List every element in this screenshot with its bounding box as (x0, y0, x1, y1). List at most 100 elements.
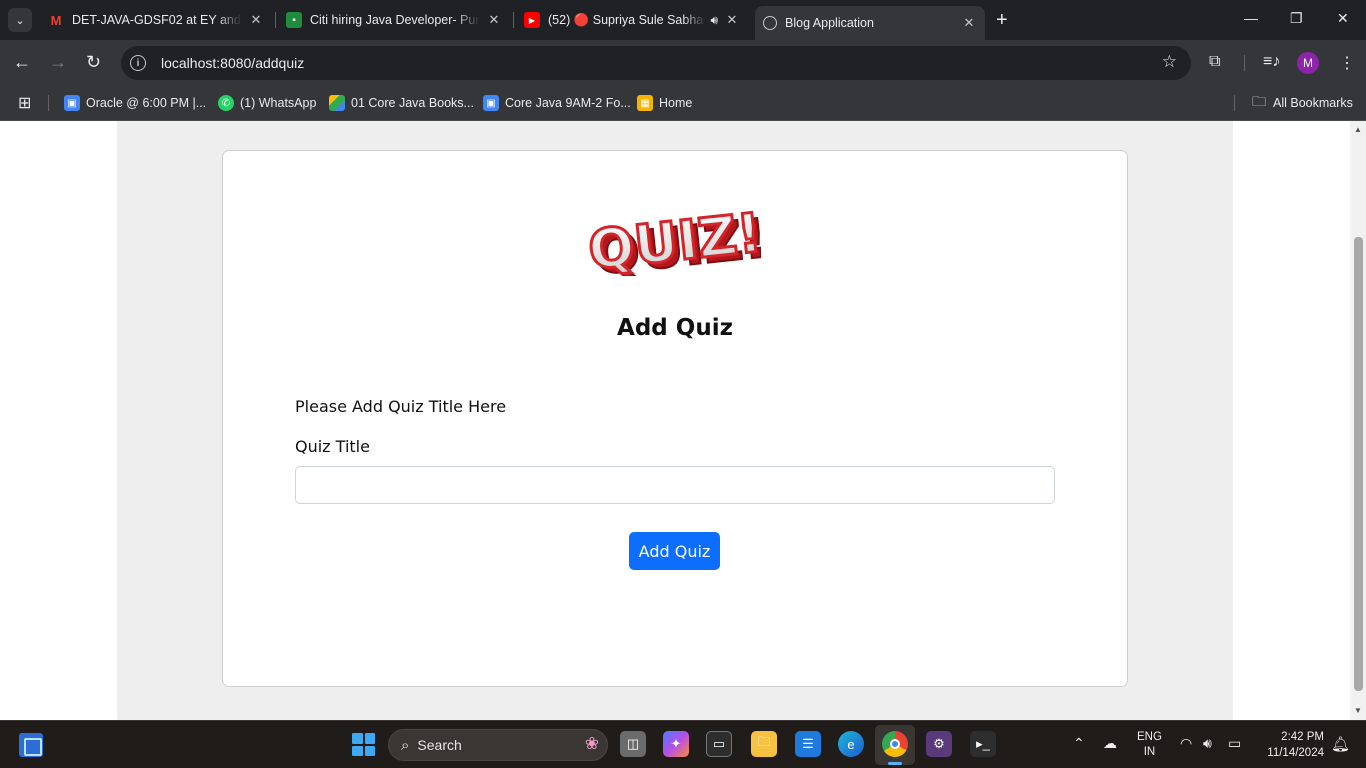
clock-time: 2:42 PM (1281, 731, 1324, 743)
close-tab-icon[interactable]: ✕ (486, 12, 502, 28)
bookmark-core-java-books[interactable]: 01 Core Java Books... (329, 92, 474, 114)
copilot-icon[interactable]: ✦ (663, 731, 689, 757)
bookmark-oracle[interactable]: ▣ Oracle @ 6:00 PM |... (64, 92, 206, 114)
bookmark-separator (48, 95, 49, 111)
tab-gmail[interactable]: M DET-JAVA-GDSF02 at EY and 9 ne ✕ (40, 6, 272, 34)
new-tab-icon[interactable]: + (996, 10, 1008, 30)
bookmark-label: Oracle @ 6:00 PM |... (86, 96, 207, 110)
url-path: :8080/addquiz (216, 55, 305, 71)
page-viewport: QUIZ! QUIZ! Add Quiz Please Add Quiz Tit… (0, 121, 1350, 720)
tab-youtube[interactable]: ▶ (52) 🔴 Supriya Sule Sabha 🔊︎ ✕ (516, 6, 748, 34)
bookmark-label: Core Java 9AM-2 Fo... (505, 96, 631, 110)
tab-title: Blog Application (785, 16, 874, 30)
close-tab-icon[interactable]: ✕ (961, 15, 977, 31)
tab-separator (275, 12, 276, 28)
edge-icon[interactable]: e (838, 731, 864, 757)
globe-icon (763, 16, 777, 30)
notepad-icon[interactable]: ☰ (795, 731, 821, 757)
windows-taskbar: ⌕ Search ❀ ◫ ✦ ▭ 🗀︎ ☰ e ⚙ ▸_ ⌃ ☁ ENG IN … (0, 720, 1366, 768)
tab-title: DET-JAVA-GDSF02 at EY and 9 ne (72, 13, 242, 27)
folder-icon: 🗀︎ (1252, 93, 1266, 109)
back-icon[interactable]: ← (13, 52, 31, 72)
file-explorer-icon[interactable]: 🗀︎ (751, 731, 777, 757)
bookmark-whatsapp[interactable]: ✆ (1) WhatsApp (218, 92, 316, 114)
widgets-icon[interactable] (19, 733, 43, 757)
language-code: ENG (1137, 731, 1162, 743)
site-info-icon[interactable]: i (130, 55, 146, 71)
all-bookmarks[interactable]: 🗀︎ All Bookmarks (1252, 92, 1353, 114)
bookmark-core-java-9am[interactable]: ▣ Core Java 9AM-2 Fo... (483, 92, 631, 114)
show-hidden-icons-icon[interactable]: ⌃ (1073, 735, 1085, 752)
browser-tab-bar: ⌄ M DET-JAVA-GDSF02 at EY and 9 ne ✕ ▪ C… (0, 0, 1366, 40)
tab-citi[interactable]: ▪ Citi hiring Java Developer- Pune ✕ (278, 6, 510, 34)
media-control-icon[interactable]: ≡♪ (1263, 53, 1280, 71)
gmail-icon: M (50, 12, 62, 28)
quiz-title-input[interactable] (295, 466, 1055, 504)
browser-toolbar: ← → ↻ i localhost:8080/addquiz ☆ ⧉ ≡♪ ⋮ (0, 40, 1366, 86)
minimize-icon[interactable]: — (1244, 10, 1258, 26)
scroll-up-icon[interactable]: ▲ (1354, 125, 1362, 134)
chrome-icon[interactable] (882, 731, 908, 765)
wifi-icon[interactable]: ◠ (1180, 735, 1192, 752)
scrollbar-thumb[interactable] (1354, 237, 1363, 691)
search-icon: ⌕ (401, 736, 410, 754)
page-container: QUIZ! QUIZ! Add Quiz Please Add Quiz Tit… (117, 121, 1233, 720)
onedrive-icon[interactable]: ☁ (1103, 735, 1117, 752)
speaker-icon[interactable]: 🔊︎ (710, 13, 718, 28)
toolbar-separator (1244, 55, 1245, 71)
notification-bell-icon[interactable]: 🔔︎ (1331, 735, 1350, 753)
close-tab-icon[interactable]: ✕ (724, 12, 740, 28)
svg-text:QUIZ!: QUIZ! (589, 206, 761, 276)
command-prompt-icon[interactable]: ▸_ (970, 731, 996, 757)
bookmark-home[interactable]: ▦ Home (637, 92, 692, 114)
url-host: localhost (161, 55, 217, 71)
clock-date: 11/14/2024 (1267, 747, 1324, 759)
bookmark-label: 01 Core Java Books... (351, 96, 474, 110)
search-label: Search (417, 737, 462, 753)
menu-icon[interactable]: ⋮ (1339, 53, 1355, 73)
restore-icon[interactable]: ❐ (1290, 10, 1303, 27)
reload-icon[interactable]: ↻ (86, 52, 101, 72)
bookmark-label: (1) WhatsApp (240, 96, 317, 110)
lotus-decoration-icon: ❀ (584, 734, 599, 753)
tab-search-button[interactable]: ⌄ (8, 8, 32, 32)
system-clock[interactable]: 2:42 PM 11/14/2024 (1258, 729, 1324, 761)
scroll-down-icon[interactable]: ▼ (1354, 706, 1362, 715)
volume-icon[interactable]: 🔊︎ (1203, 735, 1212, 752)
close-window-icon[interactable]: ✕ (1337, 10, 1349, 27)
forward-icon[interactable]: → (49, 52, 67, 72)
image-icon: ▦ (637, 95, 653, 111)
language-indicator[interactable]: ENG IN (1137, 730, 1162, 760)
tab-blog-application[interactable]: Blog Application ✕ (755, 6, 985, 40)
quiz-title-label: Quiz Title (295, 437, 370, 456)
terminal-icon[interactable]: ▭ (706, 731, 732, 757)
drive-icon (329, 95, 345, 111)
url-text: localhost:8080/addquiz (161, 55, 304, 71)
green-doc-icon: ▪ (286, 12, 302, 28)
bookmark-separator (1234, 95, 1235, 111)
eclipse-ide-icon[interactable]: ⚙ (926, 731, 952, 757)
page-title: Add Quiz (617, 315, 733, 341)
battery-icon[interactable]: ▭ (1228, 735, 1241, 752)
quiz-logo-image: QUIZ! QUIZ! (589, 206, 761, 276)
profile-avatar[interactable]: M (1297, 52, 1319, 74)
tab-title: (52) 🔴 Supriya Sule Sabha (548, 12, 704, 27)
bookmark-label: Home (659, 96, 693, 110)
address-bar[interactable]: i localhost:8080/addquiz ☆ (121, 46, 1191, 80)
calendar-icon: ▣ (483, 95, 499, 111)
form-instruction: Please Add Quiz Title Here (295, 397, 507, 416)
task-view-icon[interactable]: ◫ (620, 731, 646, 757)
apps-grid-icon[interactable]: ⊞ (18, 92, 31, 114)
bookmark-star-icon[interactable]: ☆ (1162, 52, 1177, 72)
start-icon[interactable] (352, 733, 375, 756)
youtube-icon: ▶ (524, 12, 540, 28)
extensions-icon[interactable]: ⧉ (1209, 53, 1220, 71)
region-code: IN (1143, 746, 1156, 758)
page-scrollbar[interactable]: ▲ ▼ (1350, 121, 1366, 720)
taskbar-search[interactable]: ⌕ Search ❀ (388, 729, 608, 761)
close-tab-icon[interactable]: ✕ (248, 12, 264, 28)
add-quiz-card: QUIZ! QUIZ! Add Quiz Please Add Quiz Tit… (222, 150, 1128, 687)
add-quiz-button[interactable]: Add Quiz (629, 532, 720, 570)
all-bookmarks-label: All Bookmarks (1273, 96, 1353, 110)
bookmarks-bar: ⊞ ▣ Oracle @ 6:00 PM |... ✆ (1) WhatsApp… (0, 86, 1366, 121)
